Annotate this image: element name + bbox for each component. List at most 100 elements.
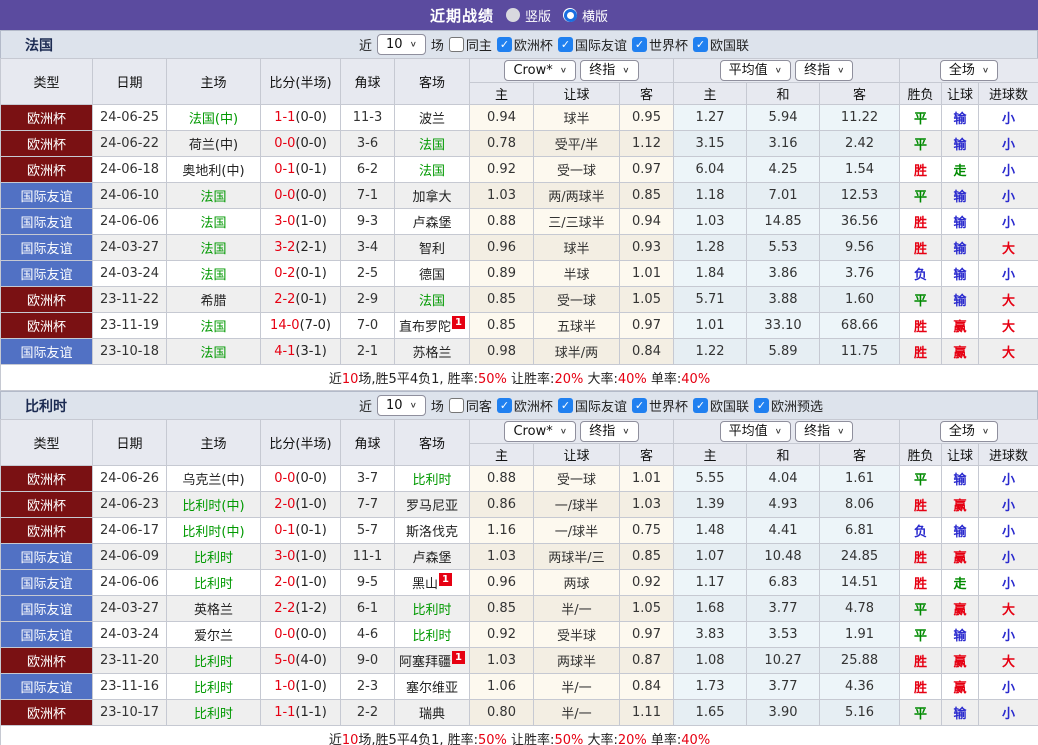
odds-home-cell: 0.88 — [469, 208, 534, 235]
checkbox-checked-icon[interactable] — [692, 398, 708, 413]
odds-stage-select[interactable]: 终指 ∨ — [580, 60, 639, 81]
date-cell: 24-06-23 — [92, 491, 167, 518]
odds-company-select[interactable]: Crow* ∨ — [504, 421, 577, 442]
checkbox-checked-icon[interactable] — [692, 37, 708, 52]
odds-home-cell: 0.92 — [469, 156, 534, 183]
avg-stage-select[interactable]: 终指 ∨ — [795, 60, 854, 81]
match-row: 国际友谊 24-06-10 法国 0-0(0-0) 7-1 加拿大 1.03 两… — [0, 182, 1038, 209]
scope-select[interactable]: 全场 ∨ — [939, 421, 999, 442]
score-cell: 1-1(1-1) — [260, 699, 341, 726]
checkbox-checked-icon[interactable] — [631, 37, 647, 52]
match-type-cell: 欧洲杯 — [0, 491, 93, 518]
league-filter-国际友谊[interactable]: 国际友谊 — [557, 35, 627, 54]
result-wdl-cell: 平 — [899, 699, 943, 726]
away-team-cell: 卢森堡 — [394, 543, 470, 570]
result-wdl-cell: 平 — [899, 621, 943, 648]
result-handicap-cell: 赢 — [941, 595, 980, 622]
result-wdl-cell: 胜 — [899, 156, 943, 183]
layout-radio-vertical[interactable]: 竖版 — [505, 6, 551, 25]
layout-radio-horizontal-label: 横版 — [582, 9, 609, 25]
odds-stage-select[interactable]: 终指 ∨ — [580, 421, 639, 442]
league-filter-欧洲预选[interactable]: 欧洲预选 — [753, 396, 823, 415]
chevron-down-icon: ∨ — [409, 40, 417, 49]
checkbox-checked-icon[interactable] — [496, 398, 512, 413]
sub-column-header: 客 — [819, 82, 901, 105]
sub-column-header: 主 — [673, 443, 748, 466]
score-cell: 2-0(1-0) — [260, 491, 341, 518]
checkbox-unchecked-icon[interactable] — [448, 398, 464, 413]
score-cell: 0-0(0-0) — [260, 465, 341, 492]
league-filter-世界杯[interactable]: 世界杯 — [631, 35, 688, 54]
away-team-cell: 加拿大 — [394, 182, 470, 209]
match-row: 国际友谊 24-03-27 英格兰 2-2(1-2) 6-1 比利时 0.85 … — [0, 595, 1038, 622]
home-team-cell: 比利时 — [166, 543, 261, 570]
avg-draw-cell: 3.77 — [746, 673, 821, 700]
chevron-down-icon: ∨ — [774, 427, 782, 436]
summary-segment: 单率: — [646, 733, 682, 745]
date-cell: 24-06-26 — [92, 465, 167, 492]
home-team-cell: 法国 — [166, 260, 261, 287]
result-goals-cell: 大 — [978, 234, 1038, 261]
recent-count-select[interactable]: 10 ∨ — [377, 395, 426, 416]
team-name: 瑞典 — [418, 707, 445, 722]
league-filter-世界杯[interactable]: 世界杯 — [631, 396, 688, 415]
avg-home-cell: 3.83 — [673, 621, 748, 648]
home-team-cell: 荷兰(中) — [166, 130, 261, 157]
odds-home-cell: 0.85 — [469, 595, 534, 622]
match-type-cell: 国际友谊 — [0, 595, 93, 622]
result-handicap-cell: 赢 — [941, 312, 980, 339]
match-type-cell: 国际友谊 — [0, 569, 93, 596]
odds-handicap-cell: 受半球 — [533, 621, 620, 648]
league-filter-国际友谊[interactable]: 国际友谊 — [557, 396, 627, 415]
avg-draw-cell: 4.25 — [746, 156, 821, 183]
odds-away-cell: 0.97 — [618, 621, 675, 648]
match-row: 国际友谊 24-06-09 比利时 3-0(1-0) 11-1 卢森堡 1.03… — [0, 543, 1038, 570]
team-name: 加拿大 — [412, 190, 452, 205]
avg-draw-cell: 3.86 — [746, 260, 821, 287]
score-cell: 0-1(0-1) — [260, 517, 341, 544]
league-filter-欧洲杯[interactable]: 欧洲杯 — [496, 35, 553, 54]
result-wdl-cell: 平 — [899, 286, 943, 313]
same-venue-filter[interactable]: 同客 — [448, 396, 492, 415]
result-goals-cell: 小 — [978, 104, 1038, 131]
avg-home-cell: 6.04 — [673, 156, 748, 183]
checkbox-unchecked-icon[interactable] — [448, 37, 464, 52]
card-badge: 1 — [439, 573, 452, 586]
team-name: 希腊 — [200, 294, 227, 309]
league-filter-欧国联[interactable]: 欧国联 — [692, 35, 749, 54]
league-filter-欧洲杯[interactable]: 欧洲杯 — [496, 396, 553, 415]
team-name: 法国 — [200, 320, 227, 335]
column-header: 客场 — [394, 58, 470, 105]
radio-unchecked-icon[interactable] — [505, 8, 520, 22]
avg-home-cell: 1.22 — [673, 338, 748, 365]
radio-checked-icon[interactable] — [563, 8, 577, 22]
checkbox-checked-icon[interactable] — [631, 398, 647, 413]
result-wdl-cell: 胜 — [899, 491, 943, 518]
score-cell: 0-0(0-0) — [260, 621, 341, 648]
checkbox-checked-icon[interactable] — [557, 398, 573, 413]
avg-type-select[interactable]: 平均值 ∨ — [719, 60, 791, 81]
odds-away-cell: 1.03 — [618, 491, 675, 518]
home-team-cell: 法国(中) — [166, 104, 261, 131]
odds-away-cell: 0.87 — [618, 647, 675, 674]
layout-radio-horizontal[interactable]: 横版 — [563, 6, 608, 25]
scope-select[interactable]: 全场 ∨ — [939, 60, 999, 81]
games-label: 场 — [430, 400, 444, 415]
column-header: 主场 — [166, 58, 261, 105]
avg-stage-select[interactable]: 终指 ∨ — [795, 421, 854, 442]
odds-company-select[interactable]: Crow* ∨ — [504, 60, 577, 81]
odds-away-cell: 0.95 — [618, 104, 675, 131]
league-filter-label: 世界杯 — [648, 400, 688, 415]
same-venue-filter[interactable]: 同主 — [448, 35, 492, 54]
checkbox-checked-icon[interactable] — [753, 398, 769, 413]
league-filter-欧国联[interactable]: 欧国联 — [692, 396, 749, 415]
recent-count-select[interactable]: 10 ∨ — [377, 34, 426, 55]
checkbox-checked-icon[interactable] — [557, 37, 573, 52]
avg-type-select[interactable]: 平均值 ∨ — [719, 421, 791, 442]
summary-segment: 20% — [554, 372, 584, 387]
home-team-cell: 法国 — [166, 208, 261, 235]
team-name: 法国 — [200, 242, 227, 257]
checkbox-checked-icon[interactable] — [496, 37, 512, 52]
corners-cell: 6-1 — [340, 595, 395, 622]
odds-home-cell: 1.03 — [469, 182, 534, 209]
